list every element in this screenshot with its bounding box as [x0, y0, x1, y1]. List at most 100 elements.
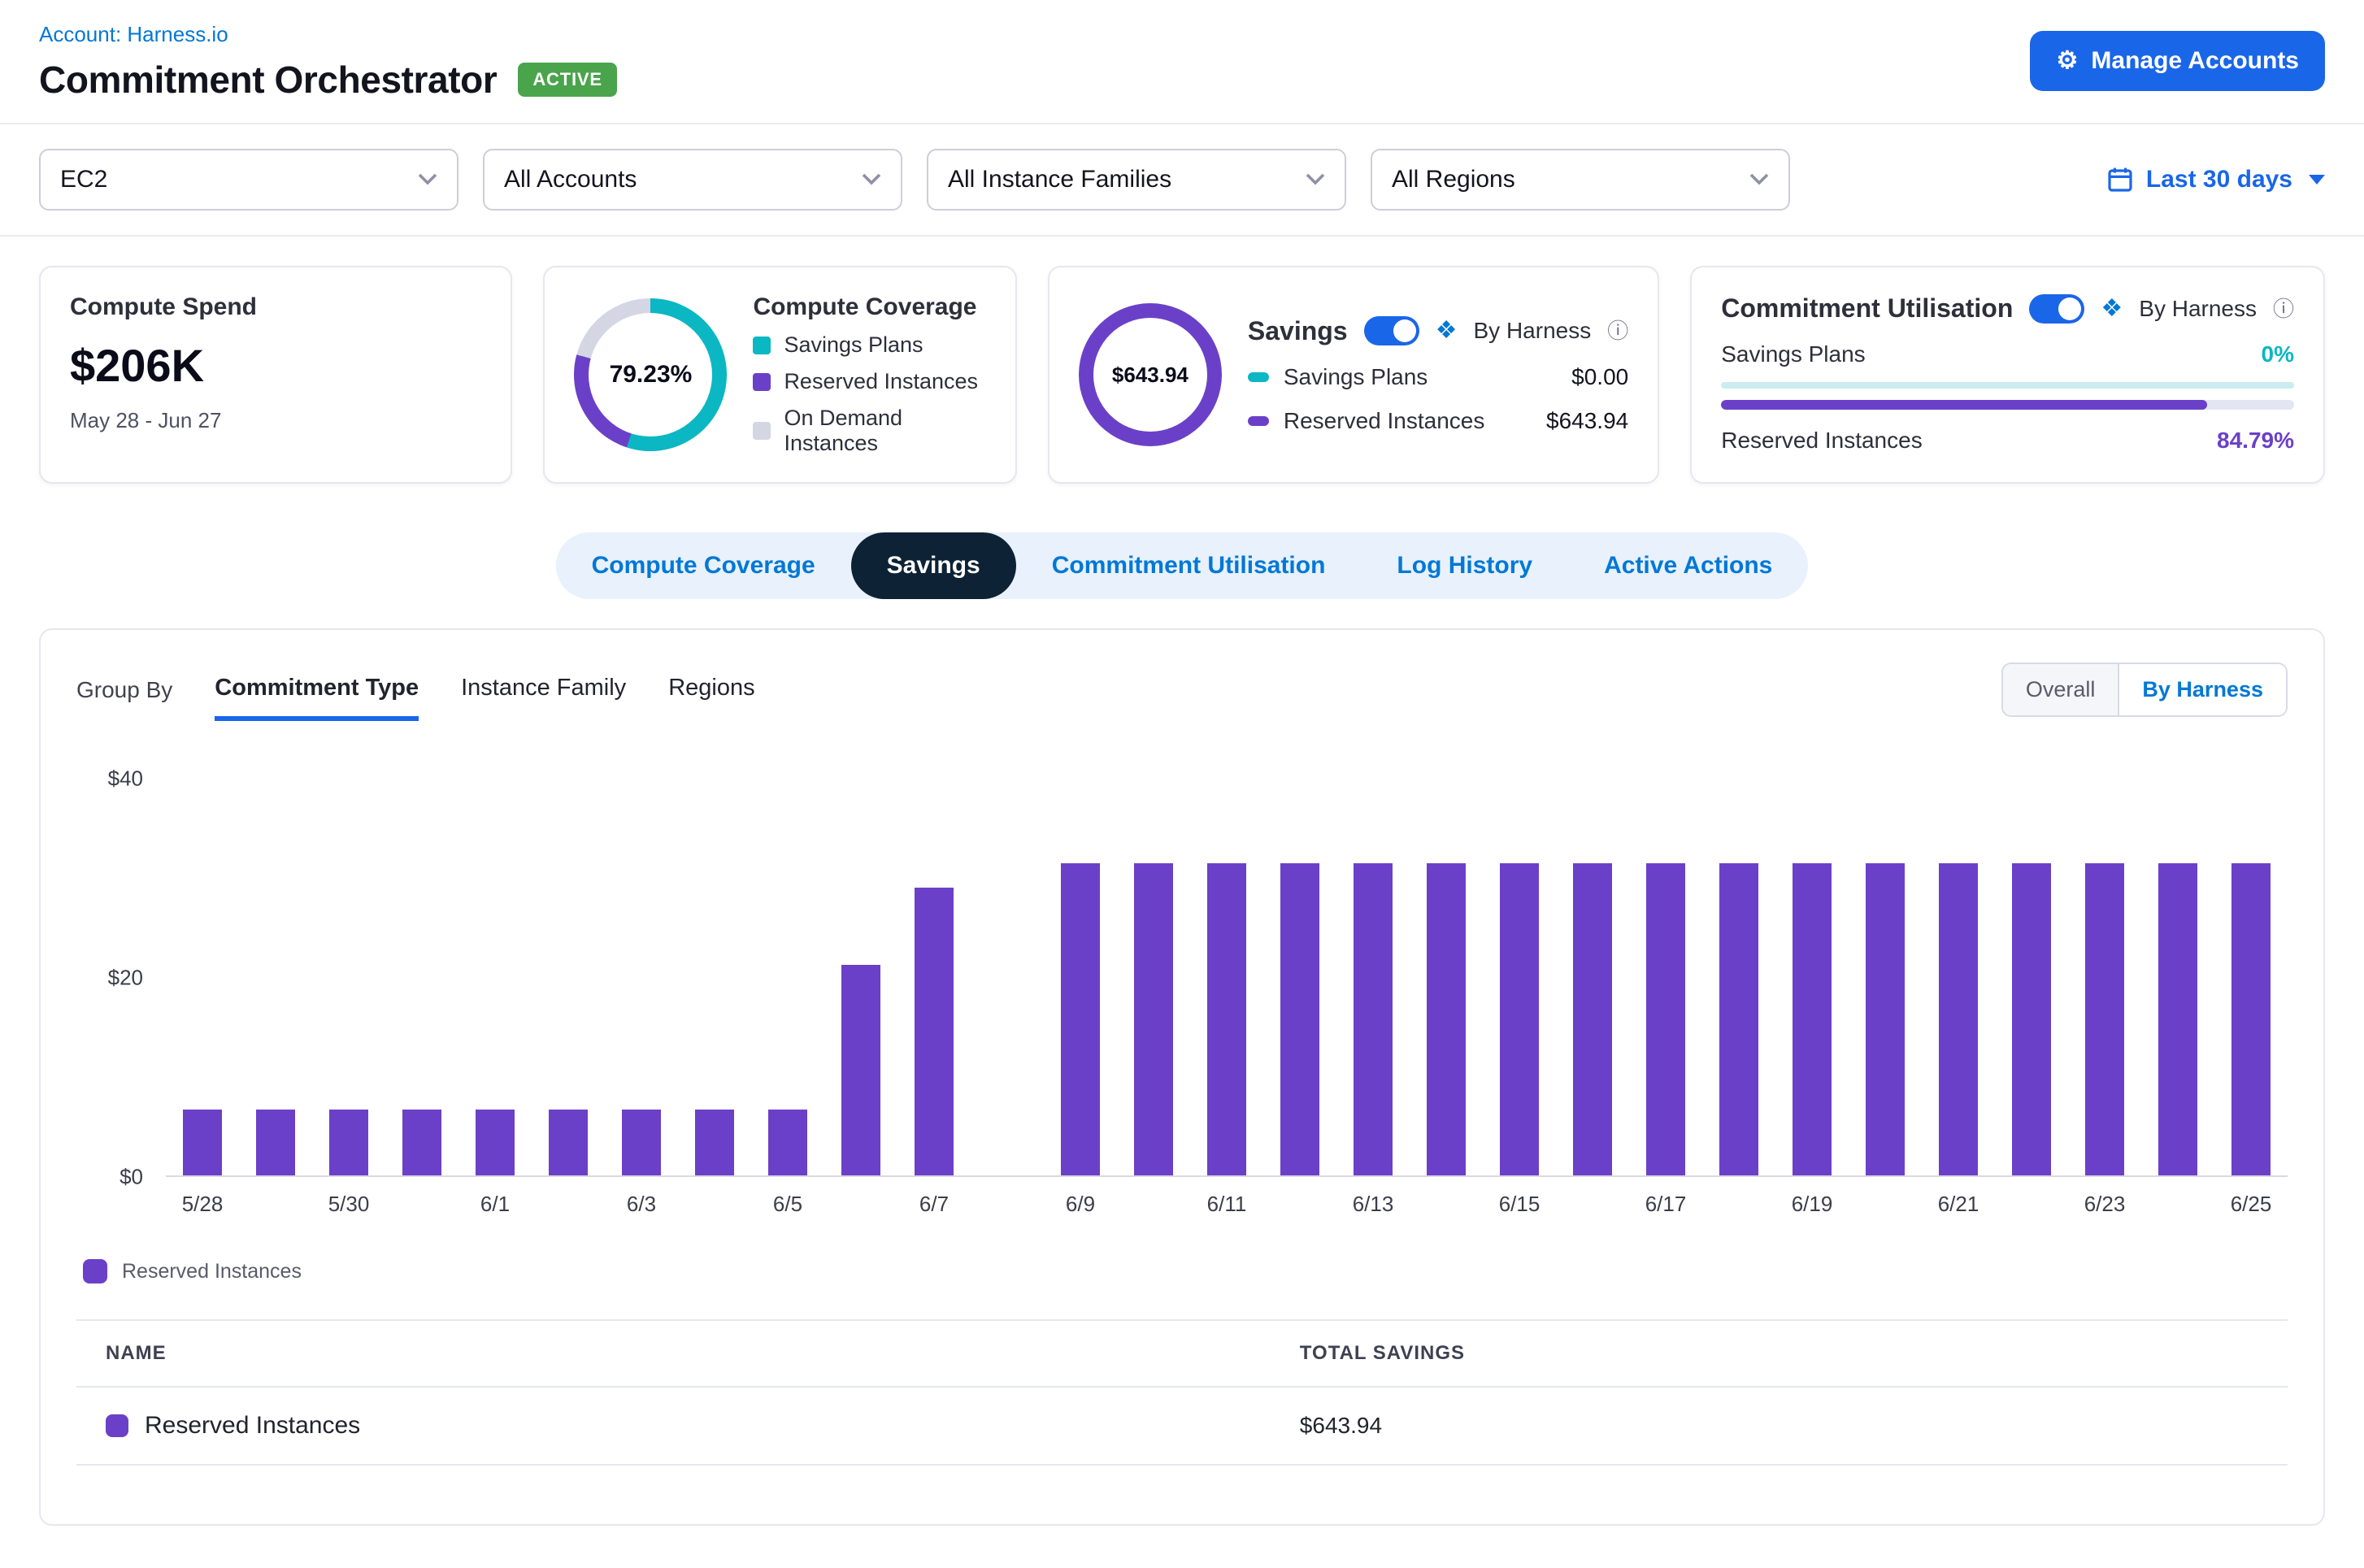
- date-range-picker[interactable]: Last 30 days: [2107, 166, 2325, 193]
- x-tick-label: 6/23: [2068, 1192, 2141, 1217]
- bar-6/15[interactable]: [1500, 863, 1539, 1175]
- instance-families-select[interactable]: All Instance Families: [927, 149, 1346, 211]
- chevron-down-icon: [418, 173, 437, 186]
- bar-6/17[interactable]: [1646, 863, 1685, 1175]
- status-badge: ACTIVE: [518, 63, 616, 97]
- compute-spend-card: Compute Spend $206K May 28 - Jun 27: [39, 266, 512, 484]
- bar-6/11[interactable]: [1207, 863, 1246, 1175]
- bar-6/1[interactable]: [476, 1110, 515, 1175]
- purple-legend-chip-icon: [83, 1259, 107, 1284]
- bar-6/23[interactable]: [2085, 863, 2124, 1175]
- bar-slot: [312, 779, 385, 1175]
- service-select-value: EC2: [60, 166, 107, 193]
- group-tab-instance-family[interactable]: Instance Family: [461, 675, 626, 721]
- bar-6/5[interactable]: [768, 1110, 807, 1175]
- bar-6/19[interactable]: [1793, 863, 1832, 1175]
- bar-6/20[interactable]: [1866, 863, 1905, 1175]
- by-harness-toggle[interactable]: [2029, 294, 2084, 324]
- tab-commitment-utilisation[interactable]: Commitment Utilisation: [1016, 532, 1362, 599]
- accounts-select[interactable]: All Accounts: [483, 149, 902, 211]
- savings-bar-chart: $0$20$40 5/285/306/16/36/56/76/96/116/13…: [76, 779, 2288, 1217]
- bar-slot: [824, 779, 897, 1175]
- tab-log-history[interactable]: Log History: [1361, 532, 1568, 599]
- info-icon[interactable]: ⓘ: [1607, 320, 1628, 341]
- bar-slot: [532, 779, 605, 1175]
- savings-title: Savings: [1248, 316, 1348, 346]
- name-cell: Reserved Instances: [76, 1387, 1271, 1465]
- commitment-utilisation-card: Commitment Utilisation ❖ By Harness ⓘ Sa…: [1690, 266, 2325, 484]
- bar-5/29[interactable]: [256, 1110, 295, 1175]
- compute-spend-title: Compute Spend: [70, 293, 481, 321]
- bar-6/18[interactable]: [1719, 863, 1758, 1175]
- coverage-donut-chart: 79.23%: [574, 298, 727, 451]
- bar-6/25[interactable]: [2231, 863, 2271, 1175]
- utilisation-row-label: Savings Plans: [1721, 341, 1865, 367]
- segment-overall[interactable]: Overall: [2003, 664, 2118, 715]
- x-tick-label: [1410, 1192, 1483, 1217]
- bar-5/30[interactable]: [329, 1110, 368, 1175]
- manage-accounts-button[interactable]: ⚙ Manage Accounts: [2030, 31, 2325, 91]
- x-tick-label: [678, 1192, 751, 1217]
- bar-slot: [1556, 779, 1629, 1175]
- savings-plans-progress-bar: [1721, 382, 2294, 389]
- bar-slot: [385, 779, 458, 1175]
- bar-5/28[interactable]: [183, 1110, 222, 1175]
- summary-cards: Compute Spend $206K May 28 - Jun 27 79.2…: [0, 237, 2364, 513]
- chart-x-labels: 5/285/306/16/36/56/76/96/116/136/156/176…: [166, 1192, 2288, 1217]
- info-icon[interactable]: ⓘ: [2273, 298, 2294, 319]
- bar-slot: [1483, 779, 1556, 1175]
- ri-utilisation-fill: [1721, 400, 2207, 410]
- account-breadcrumb-link[interactable]: Account: Harness.io: [39, 22, 228, 47]
- bar-slot: [1336, 779, 1410, 1175]
- bar-6/21[interactable]: [1939, 863, 1978, 1175]
- column-header-total-savings: TOTAL SAVINGS: [1271, 1320, 2288, 1387]
- utilisation-row-savings-plans: Savings Plans 0%: [1721, 341, 2294, 367]
- x-tick-label: [1702, 1192, 1775, 1217]
- harness-logo-icon: ❖: [2101, 297, 2123, 321]
- utilisation-row-reserved-instances: Reserved Instances 84.79%: [1721, 428, 2294, 454]
- coverage-legend-on-demand: On Demand Instances: [753, 406, 985, 456]
- bar-slot: [2141, 779, 2214, 1175]
- by-harness-toggle[interactable]: [1364, 316, 1419, 345]
- chart-plot-wrap: 5/285/306/16/36/56/76/96/116/136/156/176…: [166, 779, 2288, 1217]
- group-tab-regions[interactable]: Regions: [668, 675, 754, 721]
- bar-6/2[interactable]: [549, 1110, 588, 1175]
- tab-compute-coverage[interactable]: Compute Coverage: [556, 532, 851, 599]
- bar-6/24[interactable]: [2158, 863, 2197, 1175]
- bar-5/31[interactable]: [402, 1110, 441, 1175]
- x-tick-label: 6/9: [1044, 1192, 1117, 1217]
- bar-6/9[interactable]: [1061, 863, 1100, 1175]
- bar-6/16[interactable]: [1573, 863, 1612, 1175]
- tab-savings[interactable]: Savings: [851, 532, 1016, 599]
- bar-6/3[interactable]: [622, 1110, 661, 1175]
- reserved-instances-progress-bar: [1721, 400, 2294, 410]
- service-select[interactable]: EC2: [39, 149, 458, 211]
- savings-right: Savings ❖ By Harness ⓘ Savings Plans $0.…: [1248, 316, 1628, 434]
- bar-slot: [1410, 779, 1483, 1175]
- savings-total: $643.94: [1079, 303, 1222, 446]
- section-tabs: Compute Coverage Savings Commitment Util…: [556, 532, 1809, 599]
- bar-6/13[interactable]: [1354, 863, 1393, 1175]
- savings-row-label: Reserved Instances: [1284, 408, 1484, 434]
- group-tab-commitment-type[interactable]: Commitment Type: [215, 675, 419, 721]
- bar-6/22[interactable]: [2012, 863, 2051, 1175]
- date-range-value: Last 30 days: [2146, 166, 2292, 193]
- x-tick-label: [971, 1192, 1044, 1217]
- bar-6/7[interactable]: [915, 888, 954, 1175]
- savings-donut-chart: $643.94: [1079, 303, 1222, 446]
- chart-legend-reserved-instances[interactable]: Reserved Instances: [76, 1259, 302, 1284]
- utilisation-row-value: 0%: [2262, 341, 2294, 367]
- tab-active-actions[interactable]: Active Actions: [1568, 532, 1808, 599]
- x-tick-label: [2141, 1192, 2214, 1217]
- bar-6/14[interactable]: [1427, 863, 1466, 1175]
- bar-slot: [1849, 779, 1922, 1175]
- bar-6/6[interactable]: [841, 965, 880, 1175]
- regions-select[interactable]: All Regions: [1371, 149, 1790, 211]
- utilisation-row-label: Reserved Instances: [1721, 428, 1922, 454]
- bar-slot: [458, 779, 532, 1175]
- bar-6/4[interactable]: [695, 1110, 734, 1175]
- bar-6/12[interactable]: [1280, 863, 1319, 1175]
- segment-by-harness[interactable]: By Harness: [2118, 664, 2286, 715]
- bar-6/10[interactable]: [1134, 863, 1173, 1175]
- savings-row-savings-plans: Savings Plans $0.00: [1248, 364, 1628, 390]
